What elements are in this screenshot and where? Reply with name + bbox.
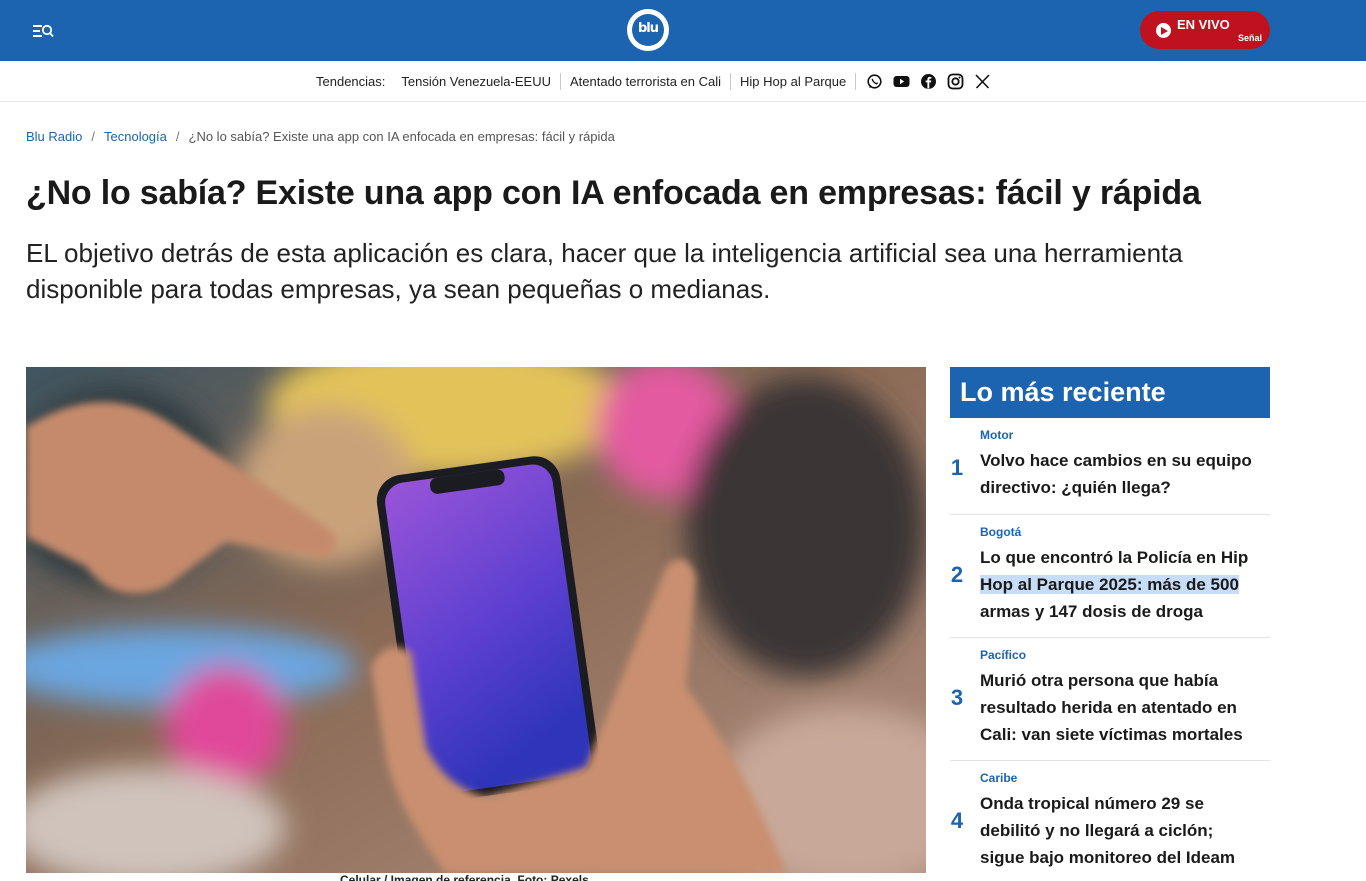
article-title: ¿No lo sabía? Existe una app con IA enfo…: [26, 174, 1201, 212]
trend-link-hiphop[interactable]: Hip Hop al Parque: [731, 73, 857, 90]
social-links: [866, 73, 1001, 90]
item-number: 2: [950, 562, 964, 587]
site-header: blu EN VIVO Señal: [0, 0, 1366, 61]
article-subtitle: EL objetivo detrás de esta aplicación es…: [26, 238, 1183, 304]
list-item: Pacífico 3 Murió otra persona que había …: [950, 638, 1270, 761]
breadcrumb-separator: /: [91, 129, 95, 144]
item-category[interactable]: Bogotá: [980, 515, 1260, 539]
live-button[interactable]: EN VIVO Señal: [1140, 11, 1270, 49]
list-item: Caribe 4 Onda tropical número 29 se debi…: [950, 761, 1270, 881]
instagram-icon[interactable]: [947, 73, 964, 90]
trends-label: Tendencias:: [316, 74, 386, 89]
breadcrumb-section[interactable]: Tecnología: [104, 129, 167, 144]
article-image: [26, 367, 926, 873]
menu-search-icon[interactable]: [30, 20, 56, 42]
list-item: Bogotá 2 Lo que encontró la Policía en H…: [950, 515, 1270, 638]
highlighted-text: Hop al Parque 2025: más de 500: [980, 575, 1239, 594]
breadcrumb-home[interactable]: Blu Radio: [26, 129, 82, 144]
item-number: 1: [950, 455, 964, 480]
latest-news-sidebar: Lo más reciente Motor 1 Volvo hace cambi…: [950, 367, 1270, 881]
facebook-icon[interactable]: [920, 73, 937, 90]
live-label: EN VIVO: [1177, 17, 1230, 32]
item-category[interactable]: Motor: [980, 418, 1260, 442]
breadcrumb-current: ¿No lo sabía? Existe una app con IA enfo…: [188, 129, 615, 144]
breadcrumb: Blu Radio / Tecnología / ¿No lo sabía? E…: [26, 129, 615, 144]
x-icon[interactable]: [974, 73, 991, 90]
logo-text: blu: [632, 14, 664, 46]
sidebar-title: Lo más reciente: [950, 367, 1270, 418]
item-headline[interactable]: Onda tropical número 29 se debilitó y no…: [980, 785, 1260, 877]
item-category[interactable]: Pacífico: [980, 638, 1260, 662]
whatsapp-icon[interactable]: [866, 73, 883, 90]
item-headline[interactable]: Lo que encontró la Policía en Hip Hop al…: [980, 539, 1260, 631]
item-headline[interactable]: Volvo hace cambios en su equipo directiv…: [980, 442, 1260, 507]
item-number: 4: [950, 808, 964, 833]
headline-part: armas y 147 dosis de droga: [980, 602, 1203, 621]
site-logo[interactable]: blu: [627, 9, 669, 51]
breadcrumb-separator: /: [175, 129, 180, 144]
list-item: Motor 1 Volvo hace cambios en su equipo …: [950, 418, 1270, 515]
item-number: 3: [950, 685, 964, 710]
play-icon: [1156, 23, 1171, 38]
trend-link-venezuela[interactable]: Tensión Venezuela-EEUU: [401, 73, 561, 90]
item-category[interactable]: Caribe: [980, 761, 1260, 785]
trend-link-cali[interactable]: Atentado terrorista en Cali: [561, 73, 732, 90]
trends-bar: Tendencias: Tensión Venezuela-EEUU Atent…: [0, 61, 1366, 102]
item-headline[interactable]: Murió otra persona que había resultado h…: [980, 662, 1260, 754]
headline-part: Lo que encontró la Policía en Hip: [980, 548, 1249, 567]
image-caption: Celular / Imagen de referencia. Foto: Pe…: [340, 873, 589, 881]
live-sublabel: Señal: [1238, 33, 1263, 43]
youtube-icon[interactable]: [893, 73, 910, 90]
